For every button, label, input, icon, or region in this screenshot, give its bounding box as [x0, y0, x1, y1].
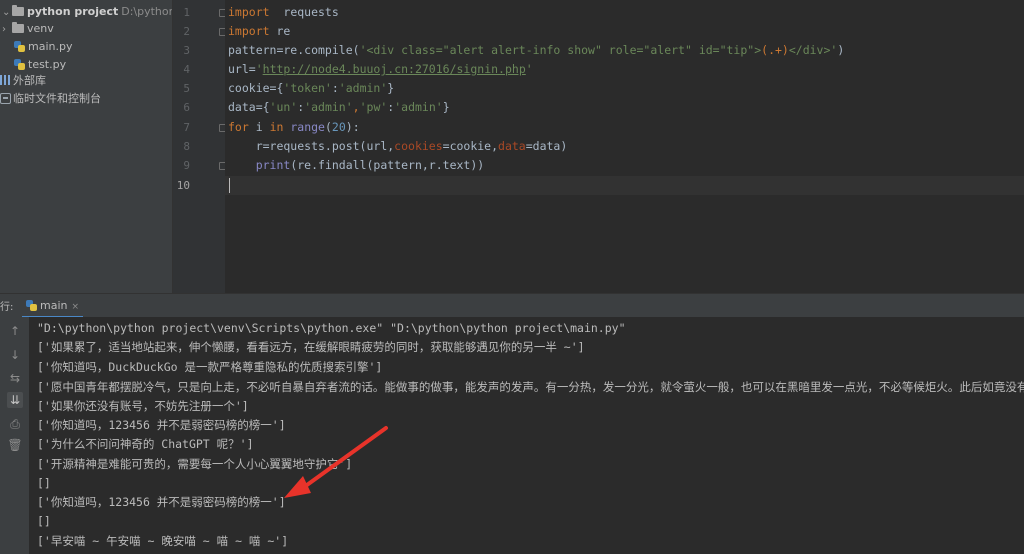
- tree-item-label: venv: [27, 22, 54, 35]
- code-line: for i in range(20):: [228, 120, 360, 134]
- editor-gutter: 1 2 3 4 5 6 7 8 9 10: [172, 0, 226, 293]
- project-root[interactable]: ⌄python projectD:\python\pyt: [2, 3, 172, 21]
- current-line-highlight: [225, 176, 1024, 195]
- console-line: ['开源精神是难能可贵的，需要每一个人小心翼翼地守护它']: [37, 457, 353, 471]
- console-line: ['为什么不问问神奇的 ChatGPT 呢？']: [37, 437, 254, 451]
- console-line: ['愿中国青年都摆脱冷气，只是向上走，不必听自暴自弃者流的话。能做事的做事，能发…: [37, 380, 1024, 394]
- line-number: 2: [183, 25, 190, 38]
- scratches-icon: [0, 93, 11, 104]
- code-line: data={'un':'admin','pw':'admin'}: [228, 100, 450, 114]
- project-panel: ⌄python projectD:\python\pyt › venv main.…: [0, 0, 172, 293]
- line-number: 8: [183, 140, 190, 153]
- text-caret: [229, 178, 230, 193]
- chevron-right-icon[interactable]: ›: [2, 21, 12, 39]
- code-line: r=requests.post(url,cookies=cookie,data=…: [228, 139, 568, 153]
- code-line: import re: [228, 24, 291, 38]
- line-number: 7: [183, 121, 190, 134]
- tree-item-scratches[interactable]: 临时文件和控制台: [0, 90, 101, 108]
- python-file-icon: [14, 59, 25, 70]
- print-icon[interactable]: ⎙: [7, 416, 23, 432]
- console-line: "D:\python\python project\venv\Scripts\p…: [37, 321, 626, 335]
- run-panel-header: 行: main ×: [0, 293, 1024, 318]
- console-line: ['你知道吗，DuckDuckGo 是一款严格尊重隐私的优质搜索引擎']: [37, 360, 383, 374]
- code-line: pattern=re.compile('<div class="alert al…: [228, 43, 845, 57]
- run-panel-label: 行:: [0, 302, 14, 313]
- tree-item-label: test.py: [28, 58, 67, 71]
- line-number-current: 10: [176, 179, 190, 192]
- trash-icon[interactable]: 🗑: [7, 437, 23, 453]
- console-line: []: [37, 476, 51, 490]
- project-root-path: D:\python\pyt: [121, 5, 172, 18]
- console-line: []: [37, 514, 51, 528]
- python-file-icon: [14, 41, 25, 52]
- console-line: ['你知道吗，123456 并不是弱密码榜的榜一']: [37, 495, 286, 509]
- console-line: ['如果你还没有账号，不妨先注册一个']: [37, 399, 249, 413]
- tree-item-external-libraries[interactable]: 外部库: [0, 72, 46, 90]
- line-number: 1: [183, 6, 190, 19]
- tree-item-venv[interactable]: › venv: [2, 20, 54, 38]
- console-line: ['早安喵 ~ 午安喵 ~ 晚安喵 ~ 喵 ~ 喵 ~']: [37, 534, 289, 548]
- project-root-name: python project: [27, 5, 119, 18]
- line-number: 9: [183, 159, 190, 172]
- code-line: print(re.findall(pattern,r.text)): [255, 158, 485, 172]
- code-editor[interactable]: import requests import re pattern=re.com…: [225, 0, 1024, 293]
- console-line: ['你知道吗，123456 并不是弱密码榜的榜一']: [37, 418, 286, 432]
- folder-icon: [12, 5, 24, 16]
- code-line: cookie={'token':'admin'}: [228, 81, 395, 95]
- folder-icon: [12, 22, 24, 33]
- run-toolbar: ↑ ↓ ⇆ ⇊ ⎙ 🗑: [0, 317, 29, 554]
- tree-item-label: main.py: [28, 40, 73, 53]
- python-file-icon: [26, 300, 37, 311]
- tree-item-label: 临时文件和控制台: [13, 92, 101, 105]
- scroll-down-icon[interactable]: ↓: [7, 347, 23, 363]
- line-number: 4: [183, 63, 190, 76]
- console-output[interactable]: "D:\python\python project\venv\Scripts\p…: [29, 317, 1024, 554]
- code-line: import requests: [228, 5, 339, 19]
- run-tab-main[interactable]: main ×: [22, 294, 84, 318]
- console-line: ['如果累了，适当地站起来，伸个懒腰，看看远方，在缓解眼睛疲劳的同时，获取能够遇…: [37, 340, 585, 354]
- code-line: url='http://node4.buuoj.cn:27016/signin.…: [228, 62, 533, 76]
- line-number: 3: [183, 44, 190, 57]
- run-tab-label: main: [40, 299, 68, 312]
- url-link[interactable]: http://node4.buuoj.cn:27016/signin.php: [263, 62, 526, 76]
- tree-item-label: 外部库: [13, 74, 46, 87]
- line-number: 6: [183, 101, 190, 114]
- line-number: 5: [183, 82, 190, 95]
- scroll-to-end-icon[interactable]: ⇊: [7, 392, 23, 408]
- close-icon[interactable]: ×: [71, 302, 79, 312]
- soft-wrap-icon[interactable]: ⇆: [7, 370, 23, 386]
- tree-item-main-py[interactable]: main.py: [14, 38, 72, 56]
- scroll-up-icon[interactable]: ↑: [7, 323, 23, 339]
- library-icon: [0, 75, 11, 85]
